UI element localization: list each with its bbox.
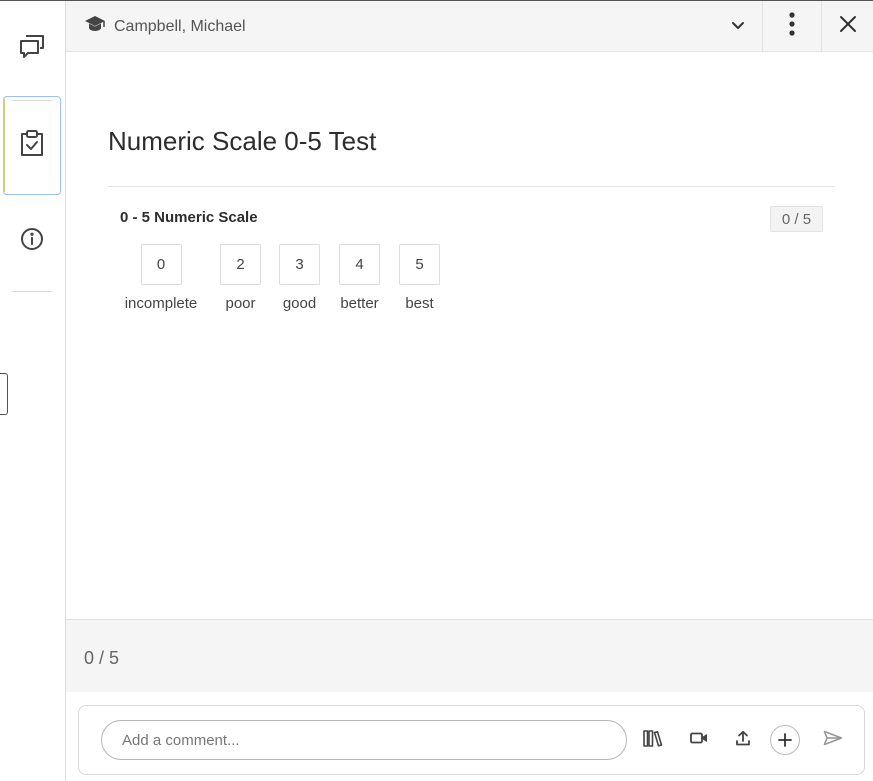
criterion-name: 0 - 5 Numeric Scale — [120, 209, 258, 226]
rail-info-button[interactable] — [3, 195, 61, 287]
comment-library-button[interactable] — [636, 723, 670, 757]
student-dropdown-button[interactable] — [714, 1, 762, 52]
clipboard-check-icon — [19, 129, 45, 162]
rating-label: good — [282, 295, 317, 312]
upload-icon — [735, 730, 751, 751]
collapsed-panel-handle[interactable] — [0, 373, 8, 415]
file-upload-button[interactable] — [726, 723, 760, 757]
rating-option-good[interactable]: 3 good — [279, 244, 320, 312]
media-comment-button[interactable] — [682, 723, 716, 757]
rating-value-box[interactable]: 5 — [399, 244, 440, 285]
grader-header: Campbell, Michael — [66, 1, 873, 52]
rail-divider — [11, 291, 53, 292]
close-icon — [839, 15, 857, 38]
side-rail — [0, 1, 66, 781]
graduation-cap-icon — [84, 15, 106, 38]
more-options-button[interactable] — [762, 1, 822, 52]
info-icon — [19, 226, 45, 257]
rating-option-poor[interactable]: 2 poor — [220, 244, 261, 312]
video-icon — [690, 731, 708, 750]
comment-input[interactable] — [101, 720, 627, 760]
send-comment-button[interactable] — [816, 723, 850, 757]
add-icon — [770, 725, 800, 755]
rating-label: poor — [225, 295, 256, 312]
total-score: 0 / 5 — [84, 648, 120, 668]
chevron-down-icon — [731, 18, 745, 36]
rail-rubric-button[interactable] — [3, 96, 61, 195]
student-name: Campbell, Michael — [114, 17, 246, 35]
rating-option-best[interactable]: 5 best — [399, 244, 440, 312]
rating-value-box[interactable]: 2 — [220, 244, 261, 285]
send-icon — [823, 730, 843, 751]
rating-label: better — [340, 295, 379, 312]
close-button[interactable] — [822, 1, 873, 52]
title-divider — [108, 186, 835, 187]
comments-icon — [18, 32, 46, 65]
rating-label: incomplete — [124, 295, 198, 312]
add-attachment-button[interactable] — [768, 723, 802, 757]
comment-bar — [78, 705, 865, 775]
more-vertical-icon — [789, 12, 795, 41]
rail-comments-button[interactable] — [3, 1, 61, 95]
rating-option-better[interactable]: 4 better — [339, 244, 380, 312]
student-selector[interactable]: Campbell, Michael — [84, 1, 246, 52]
rating-value-box[interactable]: 3 — [279, 244, 320, 285]
rating-value-box[interactable]: 0 — [140, 244, 182, 285]
rating-label: best — [405, 295, 434, 312]
rating-value-box[interactable]: 4 — [339, 244, 380, 285]
criterion-score: 0 / 5 — [770, 206, 823, 232]
rating-option-incomplete[interactable]: 0 incomplete — [120, 244, 202, 312]
total-score-bar: 0 / 5 — [66, 619, 873, 692]
rubric-title: Numeric Scale 0-5 Test — [108, 126, 377, 156]
library-icon — [643, 729, 663, 752]
